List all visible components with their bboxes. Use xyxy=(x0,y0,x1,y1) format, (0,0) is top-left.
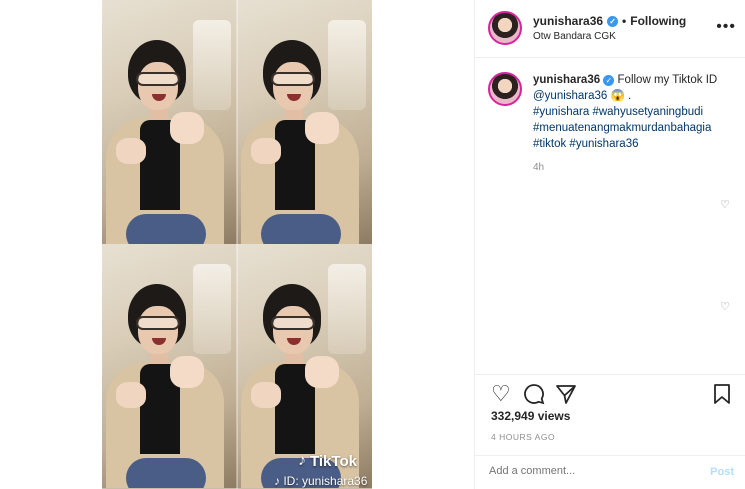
tiktok-brand-text: TikTok xyxy=(310,452,357,470)
tile-divider xyxy=(236,0,238,489)
comment-icon[interactable] xyxy=(523,383,545,409)
caption-avatar[interactable] xyxy=(488,72,522,106)
caption-line-2[interactable]: @yunishara36 😱 . xyxy=(533,90,631,102)
post-time[interactable]: 4 HOURS AGO xyxy=(491,432,555,442)
caption-line-5[interactable]: #tiktok #yunishara36 xyxy=(533,138,638,150)
add-comment-bar: Post xyxy=(475,455,745,489)
verified-badge-icon: ✓ xyxy=(603,75,615,86)
tiktok-watermark: ♪ TikTok xyxy=(298,452,357,470)
comment-like-heart-icon[interactable]: ♡ xyxy=(720,198,730,211)
paper-plane-icon[interactable] xyxy=(555,383,577,409)
header-user-line: yunishara36 ✓ • Following xyxy=(533,14,686,28)
post-side-panel: yunishara36 ✓ • Following Otw Bandara CG… xyxy=(474,0,745,489)
video-tile xyxy=(237,0,372,244)
action-bar: ♡ xyxy=(475,374,745,414)
media-area: ♪ TikTok ♪ ID: yunishara36 xyxy=(0,0,474,489)
video-tile xyxy=(102,244,237,488)
caption-block: yunishara36 ✓ Follow my Tiktok ID @yunis… xyxy=(475,58,745,173)
caption-username-link[interactable]: yunishara36 xyxy=(533,74,600,86)
bookmark-icon[interactable] xyxy=(712,383,732,409)
comment-input[interactable] xyxy=(489,465,689,477)
heart-icon[interactable]: ♡ xyxy=(491,383,511,405)
tiktok-id-icon: ♪ xyxy=(274,474,280,488)
video-player[interactable]: ♪ TikTok ♪ ID: yunishara36 xyxy=(102,0,372,489)
caption-timestamp: 4h xyxy=(533,162,545,173)
caption-line-4[interactable]: #menuatenangmakmurdanbahagia xyxy=(533,122,711,134)
tiktok-id-watermark: ♪ ID: yunishara36 xyxy=(274,474,367,488)
location-link[interactable]: Otw Bandara CGK xyxy=(533,31,616,42)
separator-dot: • xyxy=(622,14,627,28)
caption-line-3[interactable]: #yunishara #wahyusetyaningbudi xyxy=(533,106,703,118)
post-header: yunishara36 ✓ • Following Otw Bandara CG… xyxy=(475,0,745,58)
caption-line-1: Follow my Tiktok ID xyxy=(617,74,718,86)
more-options-icon[interactable]: ••• xyxy=(716,18,736,36)
tiktok-note-icon: ♪ xyxy=(298,452,306,469)
username-link[interactable]: yunishara36 xyxy=(533,14,603,28)
following-button[interactable]: Following xyxy=(630,14,686,28)
verified-badge-icon: ✓ xyxy=(607,15,619,27)
comment-like-heart-icon[interactable]: ♡ xyxy=(720,300,730,313)
comment-row: ♡ xyxy=(475,198,745,218)
tiktok-id-text: ID: yunishara36 xyxy=(283,474,368,488)
comment-row: ♡ xyxy=(475,300,745,320)
caption-text: yunishara36 ✓ Follow my Tiktok ID @yunis… xyxy=(533,72,734,152)
view-count[interactable]: 332,949 views xyxy=(491,409,570,423)
avatar[interactable] xyxy=(488,11,522,45)
video-tile xyxy=(102,0,237,244)
post-comment-button[interactable]: Post xyxy=(710,466,734,478)
